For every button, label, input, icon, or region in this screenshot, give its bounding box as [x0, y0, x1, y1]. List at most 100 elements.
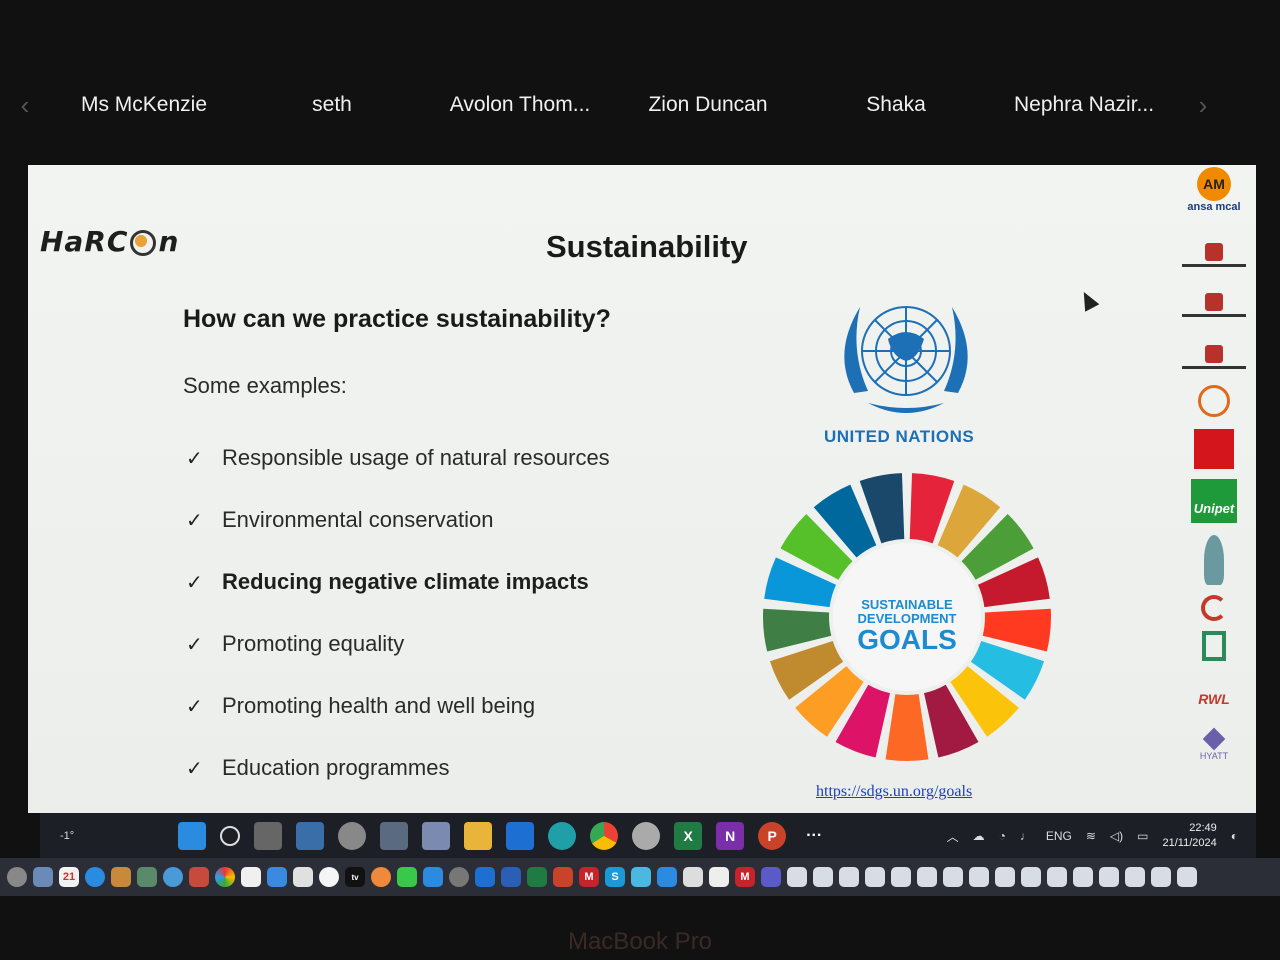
skype-icon[interactable]: S	[605, 867, 625, 887]
calendar-icon[interactable]: 21	[59, 867, 79, 887]
document-thumbnail-icon[interactable]	[1125, 867, 1145, 887]
wifi-icon[interactable]: ≋	[1086, 829, 1096, 843]
settings-gear-icon[interactable]	[338, 822, 367, 850]
books-icon[interactable]	[371, 867, 391, 887]
task-view-icon[interactable]	[254, 822, 283, 850]
notification-icon[interactable]: ◐	[1231, 829, 1238, 843]
participant-name[interactable]: Avolon Thom...	[426, 93, 614, 117]
photos-wheel-icon[interactable]	[215, 867, 235, 887]
headset-icon[interactable]: ◔	[999, 829, 1006, 843]
document-thumbnail-icon[interactable]	[839, 867, 859, 887]
participant-name[interactable]: Shaka	[802, 93, 990, 117]
document-icon[interactable]	[709, 867, 729, 887]
excel-icon[interactable]: X	[674, 822, 703, 850]
globe-icon	[130, 230, 157, 256]
more-apps-icon[interactable]: ···	[800, 822, 828, 850]
document-thumbnail-icon[interactable]	[917, 867, 937, 887]
apple-tv-icon[interactable]: tv	[345, 867, 365, 887]
volume-icon[interactable]: ◁)	[1110, 829, 1123, 843]
word-icon[interactable]	[501, 867, 521, 887]
microphone-icon[interactable]: ♩	[1020, 829, 1032, 843]
document-thumbnail-icon[interactable]	[943, 867, 963, 887]
document-thumbnail-icon[interactable]	[1099, 867, 1119, 887]
outlook-dock-icon[interactable]	[475, 867, 495, 887]
battery-icon[interactable]: ▭	[1137, 829, 1148, 843]
c-logo-icon	[1182, 595, 1246, 621]
un-label: UNITED NATIONS	[824, 427, 975, 446]
document-thumbnail-icon[interactable]	[969, 867, 989, 887]
document-thumbnail-icon[interactable]	[1073, 867, 1093, 887]
finder-icon[interactable]	[163, 867, 183, 887]
document-thumbnail-icon[interactable]	[1151, 867, 1171, 887]
document-thumbnail-icon[interactable]	[813, 867, 833, 887]
messages-icon[interactable]	[397, 867, 417, 887]
app-icon[interactable]	[189, 867, 209, 887]
sdg-line1: SUSTAINABLE	[861, 597, 953, 612]
edge-icon[interactable]	[548, 822, 577, 850]
onenote-icon[interactable]: N	[716, 822, 745, 850]
file-explorer-icon[interactable]	[464, 822, 493, 850]
chrome-icon[interactable]	[590, 822, 619, 850]
powerpoint-dock-icon[interactable]	[553, 867, 573, 887]
sdg-wheel-icon: SUSTAINABLE DEVELOPMENT GOALS	[763, 473, 1051, 761]
slide-question: How can we practice sustainability?	[183, 305, 611, 333]
participants-strip: ‹ Ms McKenzie seth Avolon Thom... Zion D…	[0, 70, 1280, 140]
teams-icon[interactable]	[296, 822, 325, 850]
document-thumbnail-icon[interactable]	[865, 867, 885, 887]
globe-app-icon[interactable]	[632, 822, 661, 850]
language-indicator[interactable]: ENG	[1046, 829, 1072, 843]
chevron-right-icon[interactable]: ›	[1178, 90, 1228, 121]
document-thumbnail-icon[interactable]	[995, 867, 1015, 887]
document-thumbnail-icon[interactable]	[1047, 867, 1067, 887]
preview-icon[interactable]	[33, 867, 53, 887]
clock[interactable]: 22:49 21/11/2024	[1163, 821, 1217, 851]
photos-icon[interactable]	[137, 867, 157, 887]
search-icon[interactable]	[220, 826, 241, 846]
participant-name[interactable]: seth	[238, 93, 426, 117]
powerpoint-icon[interactable]: P	[758, 822, 787, 850]
sdg-link[interactable]: https://sdgs.un.org/goals	[816, 783, 972, 801]
chevron-left-icon[interactable]: ‹	[0, 90, 50, 121]
snipping-tool-icon[interactable]	[422, 822, 451, 850]
system-tray: ︿ ☁ ◔ ♩ ENG ≋ ◁) ▭ 22:49 21/11/2024 ◐	[947, 813, 1238, 859]
document-icon[interactable]	[683, 867, 703, 887]
zoom-icon[interactable]	[657, 867, 677, 887]
ministry-crest-icon	[1182, 243, 1246, 267]
rwl-text: RWL	[1198, 691, 1230, 707]
textedit-icon[interactable]	[241, 867, 261, 887]
gmail-icon[interactable]: M	[735, 867, 755, 887]
system-settings-icon[interactable]	[449, 867, 469, 887]
participant-name[interactable]: Nephra Nazir...	[990, 93, 1178, 117]
bullet-item: ✓ Education programmes	[186, 737, 610, 799]
document-thumbnail-icon[interactable]	[891, 867, 911, 887]
crest-icon	[1182, 345, 1246, 369]
launchpad-icon[interactable]	[7, 867, 27, 887]
chevron-up-icon[interactable]: ︿	[947, 828, 959, 845]
onedrive-icon[interactable]: ☁	[973, 829, 985, 843]
participant-name[interactable]: Ms McKenzie	[50, 93, 238, 117]
participant-name[interactable]: Zion Duncan	[614, 93, 802, 117]
teams-dock-icon[interactable]	[761, 867, 781, 887]
app-store-icon[interactable]	[423, 867, 443, 887]
document-thumbnail-icon[interactable]	[787, 867, 807, 887]
notes-icon[interactable]	[111, 867, 131, 887]
sponsor-column: AM ansa mcal Unipet RWL HYATT	[1174, 165, 1254, 813]
document-thumbnail-icon[interactable]	[1177, 867, 1197, 887]
bullet-text: Environmental conservation	[222, 507, 494, 532]
bullet-item: ✓ Promoting health and well being	[186, 675, 610, 737]
weather-widget[interactable]: -1°	[60, 822, 74, 850]
excel-dock-icon[interactable]	[527, 867, 547, 887]
check-icon: ✓	[186, 447, 203, 470]
document-thumbnail-icon[interactable]	[1021, 867, 1041, 887]
check-icon: ✓	[186, 509, 203, 532]
safari-icon[interactable]	[85, 867, 105, 887]
app-icon[interactable]	[631, 867, 651, 887]
gmail-icon[interactable]: M	[579, 867, 599, 887]
keynote-icon[interactable]	[293, 867, 313, 887]
numbers-icon[interactable]	[267, 867, 287, 887]
bullet-text: Responsible usage of natural resources	[222, 445, 610, 470]
outlook-icon[interactable]	[506, 822, 535, 850]
calculator-icon[interactable]	[380, 822, 409, 850]
windows-start-icon[interactable]	[178, 822, 207, 850]
music-icon[interactable]	[319, 867, 339, 887]
